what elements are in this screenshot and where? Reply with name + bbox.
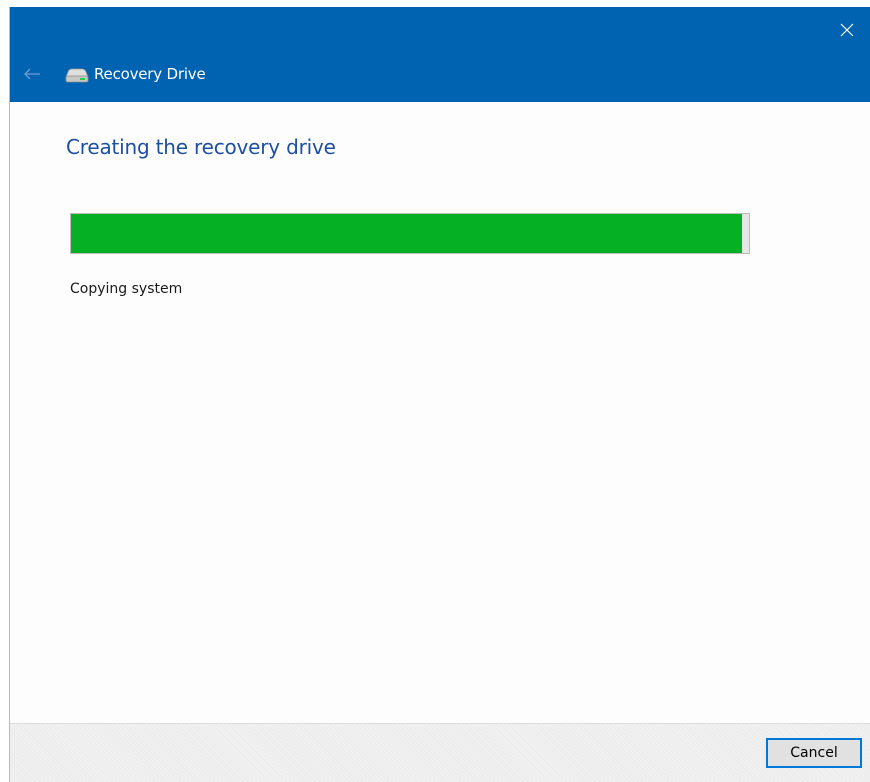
- title-bar: Recovery Drive: [10, 7, 870, 102]
- window-title: Recovery Drive: [94, 65, 206, 83]
- footer-bar: Cancel: [10, 723, 870, 782]
- progress-fill: [71, 214, 743, 253]
- status-text: Copying system: [70, 281, 183, 297]
- title-row: Recovery Drive: [10, 57, 870, 91]
- recovery-drive-window: Recovery Drive Creating the recovery dri…: [9, 7, 870, 782]
- cancel-button[interactable]: Cancel: [766, 738, 862, 768]
- progress-bar: [70, 213, 750, 254]
- page-heading: Creating the recovery drive: [66, 135, 336, 159]
- back-arrow-icon: [24, 68, 40, 80]
- close-button[interactable]: [824, 7, 870, 53]
- close-icon: [840, 23, 854, 37]
- drive-icon: [65, 68, 89, 83]
- back-button[interactable]: [20, 63, 44, 85]
